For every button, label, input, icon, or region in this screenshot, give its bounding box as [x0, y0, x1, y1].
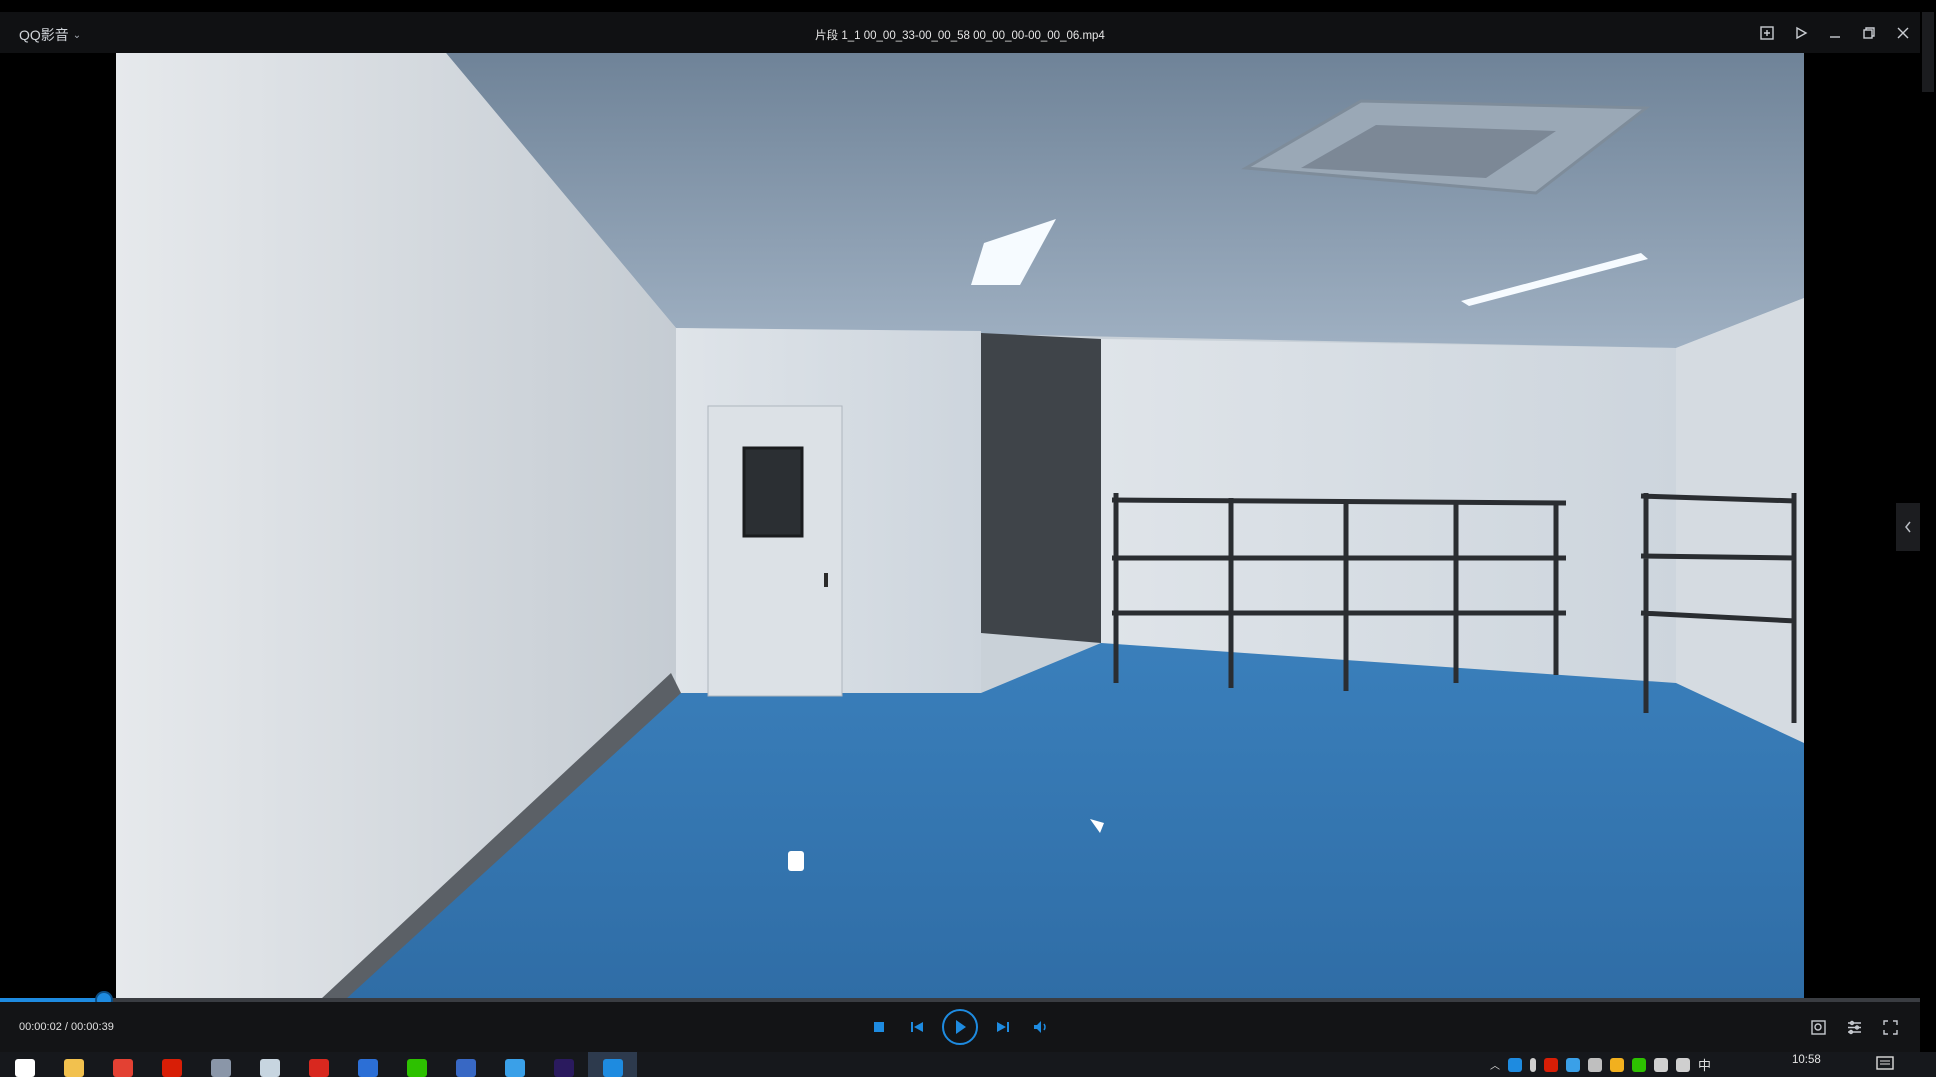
taskbar-app-revit[interactable] — [441, 1052, 490, 1077]
settings-icon — [1847, 1020, 1861, 1034]
side-panel-toggle[interactable] — [1896, 503, 1920, 551]
previous-icon — [911, 1022, 923, 1032]
taskbar-app-windows-start[interactable] — [0, 1052, 49, 1077]
play-icon — [956, 1020, 966, 1034]
playback-controls — [860, 1002, 1060, 1052]
revit-icon — [455, 1059, 476, 1077]
chrome-icon — [112, 1059, 133, 1077]
pin-button[interactable] — [1784, 12, 1818, 53]
taskbar-app-stock-app[interactable] — [343, 1052, 392, 1077]
taskbar-app-chrome[interactable] — [98, 1052, 147, 1077]
settings-button[interactable] — [1836, 1002, 1872, 1052]
close-button[interactable] — [1886, 12, 1920, 53]
taskbar-app-netease-music[interactable] — [147, 1052, 196, 1077]
file-title: 片段 1_1 00_00_33-00_00_58 00_00_00-00_00_… — [815, 30, 1105, 42]
stop-icon — [874, 1022, 884, 1032]
tray-mic-icon[interactable] — [1530, 1057, 1536, 1072]
minimize-button[interactable] — [1818, 12, 1852, 53]
control-bar: 00:00:02 / 00:00:39 — [0, 1002, 1920, 1052]
window-scrollbar[interactable] — [1920, 12, 1936, 1052]
taskbar-app-search-app[interactable] — [490, 1052, 539, 1077]
scrollbar-thumb[interactable] — [1922, 12, 1934, 92]
volume-icon — [1034, 1021, 1046, 1033]
previous-button[interactable] — [898, 1002, 936, 1052]
wps-icon — [308, 1059, 329, 1077]
title-bar: QQ影音 ⌄ 片段 1_1 00_00_33-00_00_58 00_00_00… — [0, 12, 1920, 53]
search-app-icon — [504, 1059, 525, 1077]
system-tray: ︿ 中 — [1490, 1052, 1711, 1077]
wechat-icon — [406, 1059, 427, 1077]
chevron-left-icon — [1905, 521, 1911, 533]
taskbar-app-wechat[interactable] — [392, 1052, 441, 1077]
tray-search-icon[interactable] — [1566, 1057, 1580, 1072]
volume-button[interactable] — [1022, 1002, 1060, 1052]
video-scene — [116, 53, 1804, 999]
tray-music-icon[interactable] — [1544, 1057, 1558, 1072]
premiere-pro-icon — [553, 1059, 574, 1077]
taskbar-app-wps[interactable] — [294, 1052, 343, 1077]
window-controls — [1750, 12, 1920, 53]
screenshot-icon — [1810, 1019, 1826, 1035]
close-icon — [1897, 27, 1909, 38]
screenshot-icon — [1760, 25, 1774, 40]
clock[interactable]: 10:58 — [1792, 1054, 1821, 1066]
capture-button[interactable] — [1800, 1002, 1836, 1052]
fullscreen-icon — [1882, 1019, 1898, 1035]
calculator-icon — [210, 1059, 231, 1077]
taskbar-app-steam[interactable] — [245, 1052, 294, 1077]
stop-button[interactable] — [860, 1002, 898, 1052]
taskbar-app-premiere-pro[interactable] — [539, 1052, 588, 1077]
pin-icon — [1796, 26, 1808, 39]
taskbar-apps — [0, 1052, 637, 1077]
top-strip — [0, 0, 1936, 12]
tray-gear-icon[interactable] — [1588, 1057, 1602, 1072]
tray-network-icon[interactable] — [1654, 1057, 1668, 1072]
qq-player-icon — [602, 1059, 623, 1077]
netease-music-icon — [161, 1059, 182, 1077]
video-frame[interactable] — [116, 53, 1804, 999]
stock-app-icon — [357, 1059, 378, 1077]
tray-expand-icon[interactable]: ︿ — [1490, 1057, 1500, 1072]
file-explorer-icon — [63, 1059, 84, 1077]
time-display: 00:00:02 / 00:00:39 — [19, 1021, 114, 1033]
tray-volume-icon[interactable] — [1676, 1057, 1690, 1072]
next-button[interactable] — [984, 1002, 1022, 1052]
tray-shield-icon[interactable] — [1610, 1057, 1624, 1072]
next-icon — [997, 1022, 1009, 1032]
tray-app-icon[interactable] — [1508, 1057, 1522, 1072]
taskbar-app-file-explorer[interactable] — [49, 1052, 98, 1077]
minimize-icon — [1830, 35, 1840, 38]
taskbar: ︿ 中 10:58 — [0, 1052, 1936, 1077]
taskbar-app-calculator[interactable] — [196, 1052, 245, 1077]
right-controls — [1800, 1002, 1908, 1052]
fullscreen-button[interactable] — [1872, 1002, 1908, 1052]
windows-start-icon — [14, 1059, 35, 1077]
screenshot-button[interactable] — [1750, 12, 1784, 53]
play-button[interactable] — [942, 1009, 978, 1045]
tray-wechat-icon[interactable] — [1632, 1057, 1646, 1072]
ime-indicator[interactable]: 中 — [1698, 1055, 1711, 1074]
notification-icon[interactable] — [1876, 1056, 1894, 1072]
restore-icon — [1863, 26, 1875, 39]
taskbar-app-qq-player[interactable] — [588, 1052, 637, 1077]
steam-icon — [259, 1059, 280, 1077]
restore-button[interactable] — [1852, 12, 1886, 53]
